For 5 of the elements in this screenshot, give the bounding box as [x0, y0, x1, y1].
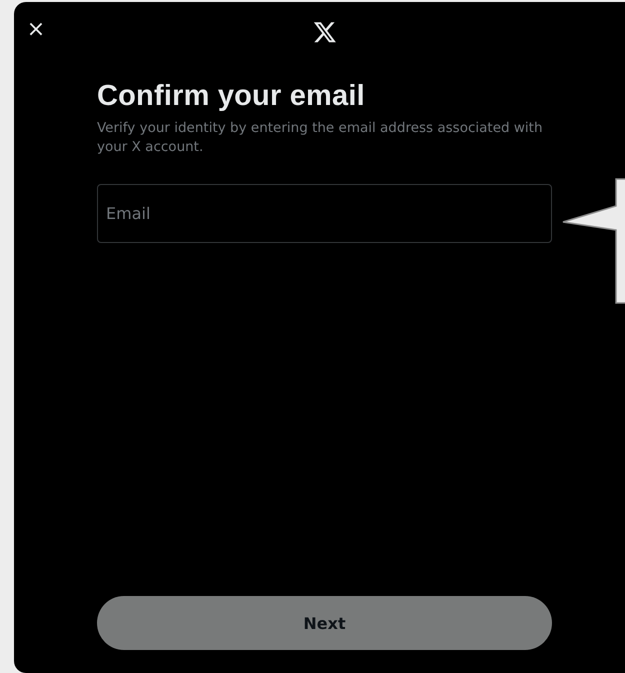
email-field[interactable]: Email — [97, 184, 552, 243]
dialog-title: Confirm your email — [97, 80, 366, 113]
close-button[interactable]: × — [24, 18, 48, 42]
logo-icon — [312, 20, 336, 44]
dialog-subtitle: Verify your identity by entering the email address associated with your X account. — [97, 119, 544, 157]
